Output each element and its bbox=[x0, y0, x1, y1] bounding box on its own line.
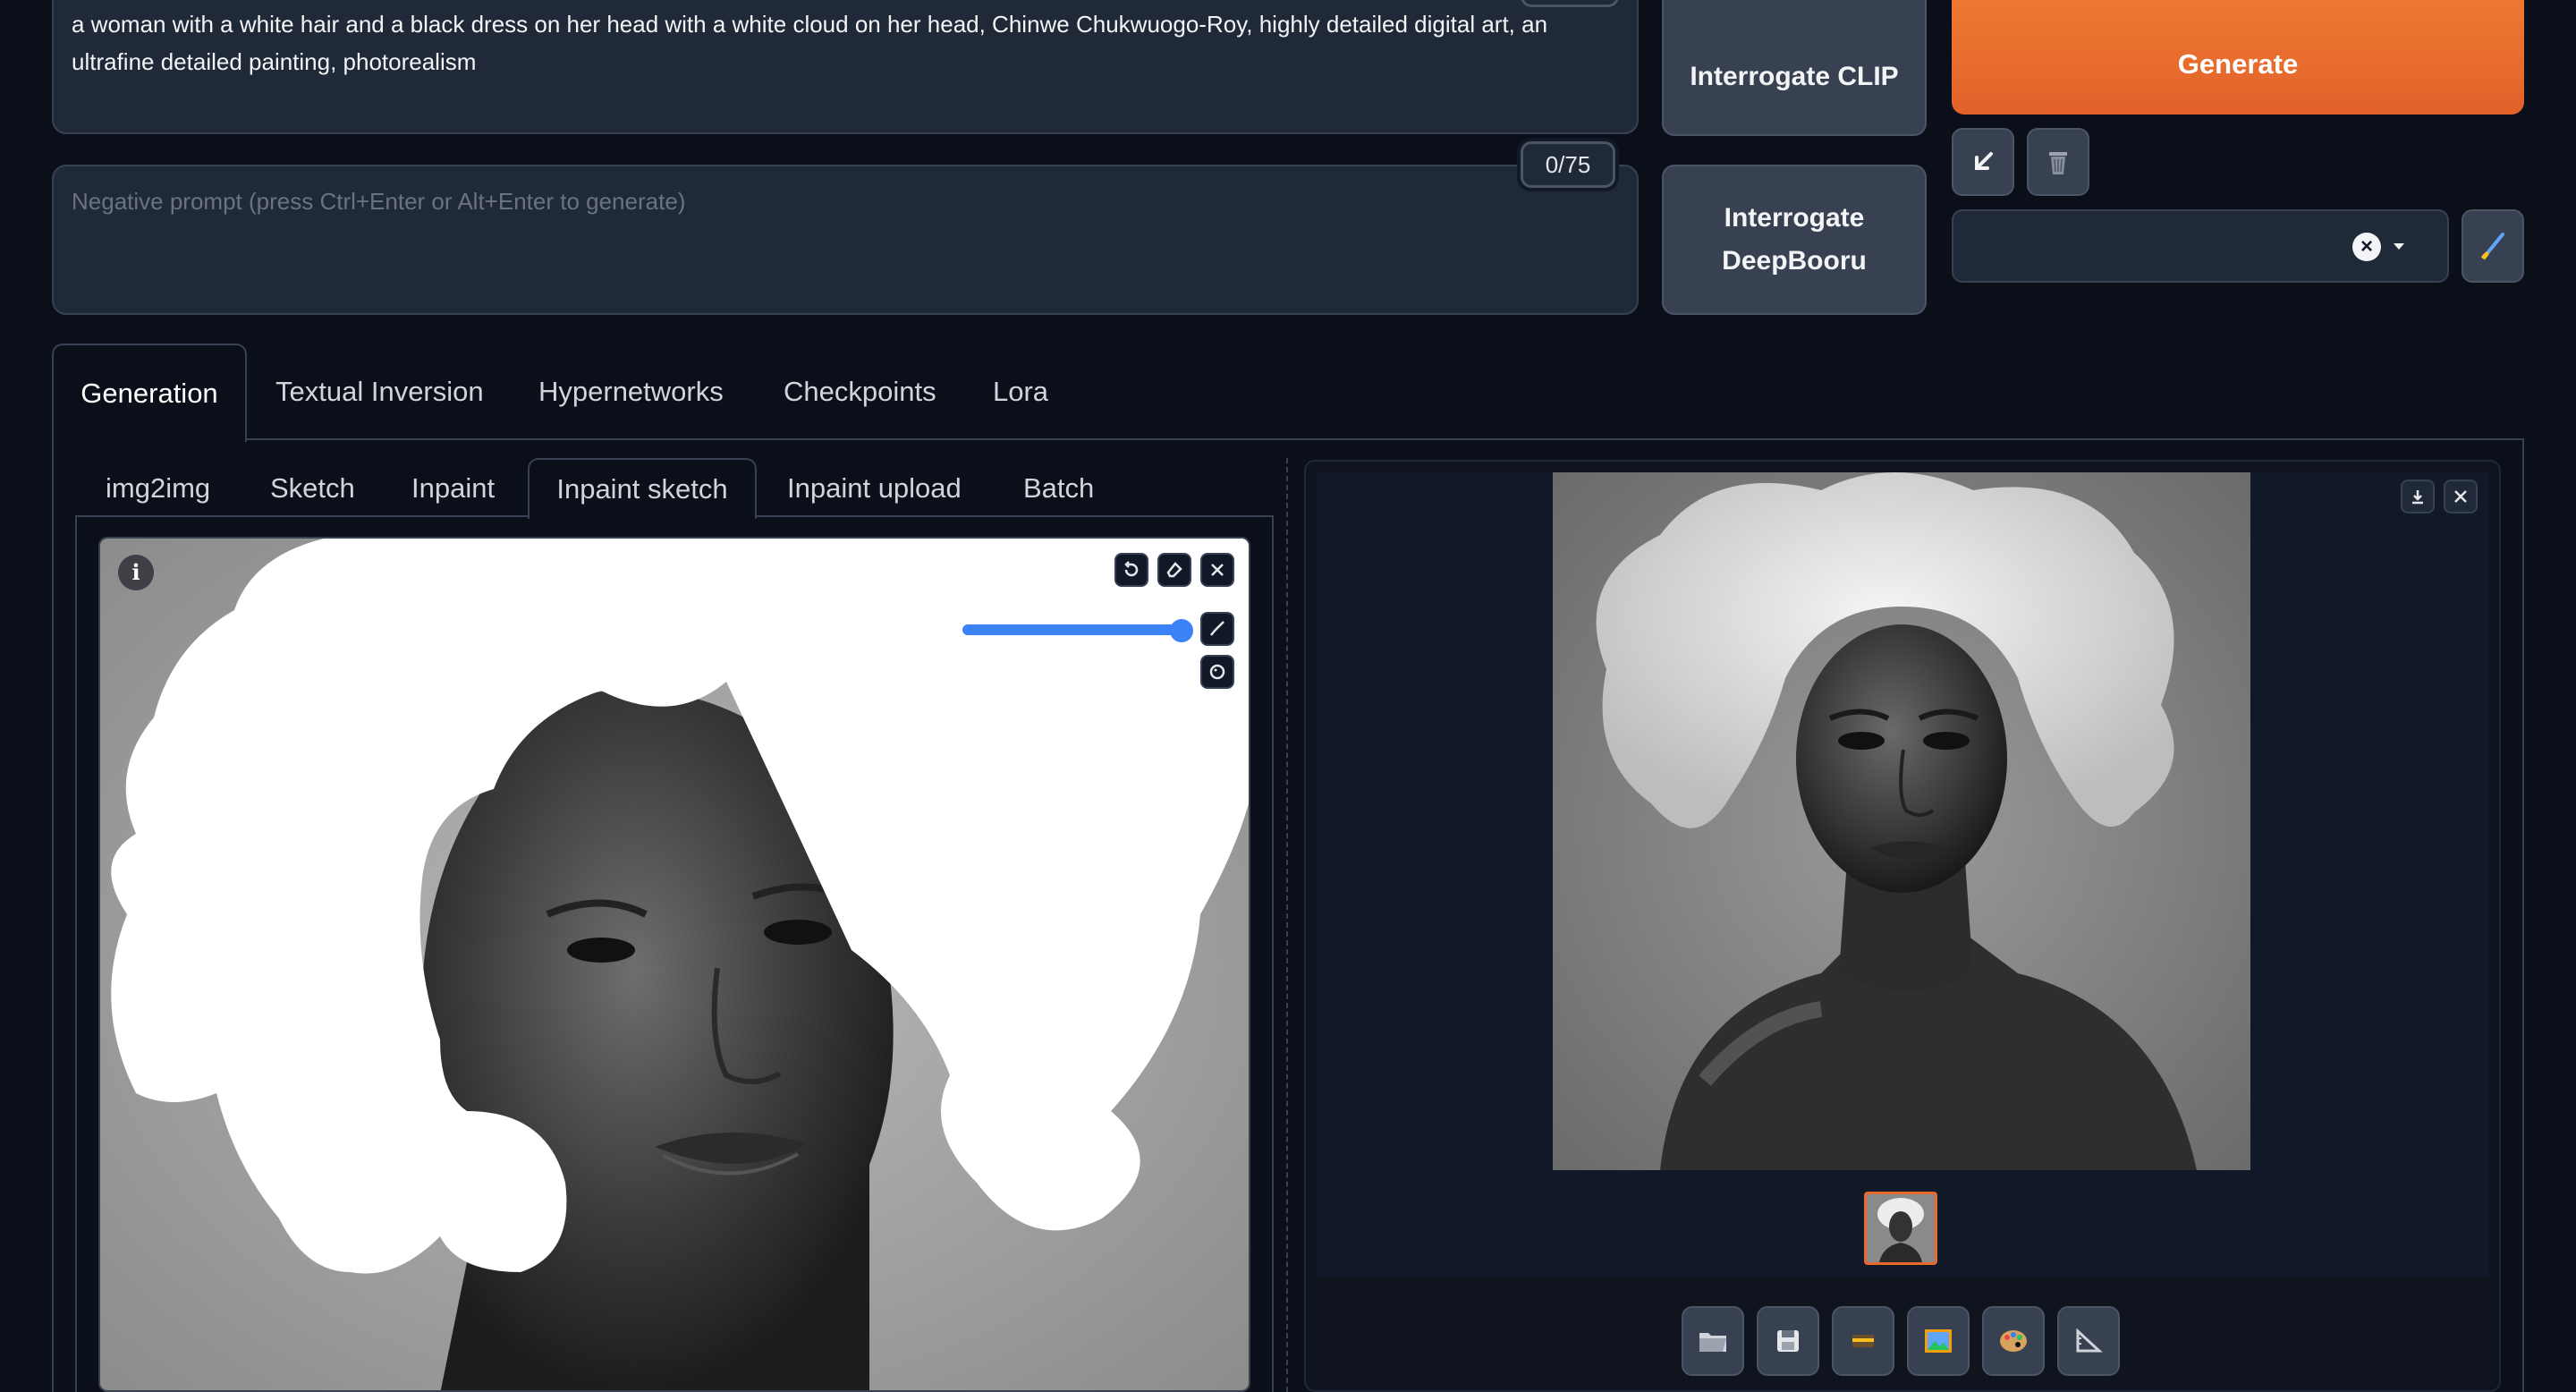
brush-size-slider-thumb[interactable] bbox=[1170, 619, 1193, 642]
clear-canvas-button[interactable] bbox=[1200, 553, 1234, 587]
interrogate-deepbooru-button[interactable]: Interrogate DeepBooru bbox=[1662, 165, 1927, 315]
open-folder-button[interactable] bbox=[1682, 1306, 1744, 1376]
interrogate-deepbooru-label-1: Interrogate bbox=[1724, 203, 1865, 233]
negative-prompt-box[interactable]: Negative prompt (press Ctrl+Enter or Alt… bbox=[52, 165, 1639, 315]
tab-panel-left-border bbox=[52, 440, 54, 1392]
save-button[interactable] bbox=[1757, 1306, 1819, 1376]
interrogate-clip-button[interactable]: Interrogate CLIP bbox=[1662, 0, 1927, 136]
subtab-panel-left-border bbox=[75, 517, 77, 1392]
subtab-inpaint-upload-label: Inpaint upload bbox=[787, 472, 962, 504]
generate-button[interactable]: Generate bbox=[1952, 0, 2524, 115]
subtab-img2img[interactable]: img2img bbox=[106, 472, 210, 505]
subtab-inpaint-sketch-label: Inpaint sketch bbox=[556, 473, 728, 505]
tab-checkpoints[interactable]: Checkpoints bbox=[784, 376, 936, 408]
folder-icon bbox=[1699, 1333, 1726, 1352]
zip-icon bbox=[1852, 1335, 1874, 1347]
undo-icon bbox=[1124, 561, 1139, 577]
paste-arrow-button[interactable] bbox=[1952, 128, 2014, 196]
paintbrush-icon bbox=[2480, 233, 2504, 260]
negative-prompt-placeholder: Negative prompt (press Ctrl+Enter or Alt… bbox=[72, 188, 686, 215]
info-icon[interactable]: i bbox=[118, 555, 154, 590]
main-tabs-line bbox=[52, 438, 2524, 440]
palette-icon bbox=[1209, 664, 1225, 680]
prompt-text[interactable]: a woman with a white hair and a black dr… bbox=[72, 5, 1592, 81]
subtab-inpaint-sketch[interactable]: Inpaint sketch bbox=[528, 458, 757, 519]
tab-textual-inversion[interactable]: Textual Inversion bbox=[275, 376, 484, 408]
subtab-panel-right-border bbox=[1272, 517, 1274, 1392]
tab-panel-right-border bbox=[2522, 440, 2524, 1392]
sketch-image[interactable] bbox=[100, 539, 1250, 1392]
send-to-extras-button[interactable] bbox=[2057, 1306, 2120, 1376]
download-button[interactable] bbox=[2401, 480, 2435, 514]
column-divider bbox=[1286, 458, 1288, 1392]
prompt-counter-edge bbox=[1521, 0, 1619, 7]
image-icon bbox=[1925, 1329, 1952, 1353]
tab-lora[interactable]: Lora bbox=[993, 376, 1048, 408]
subtab-img2img-label: img2img bbox=[106, 472, 211, 504]
tab-generation[interactable]: Generation bbox=[52, 344, 247, 442]
brush-button[interactable] bbox=[1200, 612, 1234, 646]
styles-dropdown[interactable]: × bbox=[1952, 209, 2449, 283]
undo-button[interactable] bbox=[1114, 553, 1148, 587]
close-gallery-button[interactable] bbox=[2444, 480, 2478, 514]
subtab-inpaint[interactable]: Inpaint bbox=[411, 472, 495, 505]
color-picker-button[interactable] bbox=[1200, 655, 1234, 689]
sketch-canvas[interactable]: i bbox=[98, 537, 1250, 1392]
palette-icon bbox=[2000, 1330, 2027, 1352]
tab-hypernetworks-label: Hypernetworks bbox=[538, 376, 724, 407]
send-to-inpaint-button[interactable] bbox=[1982, 1306, 2045, 1376]
arrow-down-left-icon bbox=[1975, 152, 1993, 170]
brush-icon bbox=[1210, 621, 1224, 636]
generate-label: Generate bbox=[2177, 48, 2299, 80]
brush-size-slider[interactable] bbox=[962, 624, 1184, 635]
tab-hypernetworks[interactable]: Hypernetworks bbox=[538, 376, 724, 408]
generated-image[interactable] bbox=[1553, 472, 2250, 1170]
tab-lora-label: Lora bbox=[993, 376, 1049, 407]
close-icon bbox=[2454, 490, 2467, 503]
eraser-icon bbox=[1166, 562, 1182, 578]
subtab-batch[interactable]: Batch bbox=[1023, 472, 1094, 505]
chevron-down-icon[interactable] bbox=[2392, 242, 2406, 252]
subtab-sketch-label: Sketch bbox=[270, 472, 355, 504]
subtab-batch-label: Batch bbox=[1023, 472, 1095, 504]
zip-button[interactable] bbox=[1832, 1306, 1894, 1376]
tab-textual-inversion-label: Textual Inversion bbox=[275, 376, 484, 407]
clear-prompt-button[interactable] bbox=[2027, 128, 2089, 196]
gallery-thumbnail[interactable] bbox=[1864, 1192, 1937, 1265]
tab-checkpoints-label: Checkpoints bbox=[784, 376, 936, 407]
subtab-sketch[interactable]: Sketch bbox=[270, 472, 355, 505]
eraser-button[interactable] bbox=[1157, 553, 1191, 587]
subtab-inpaint-label: Inpaint bbox=[411, 472, 496, 504]
trash-icon bbox=[2049, 152, 2067, 174]
edit-styles-button[interactable] bbox=[2462, 209, 2524, 283]
download-icon bbox=[2412, 490, 2423, 505]
save-icon bbox=[1777, 1330, 1799, 1352]
close-icon bbox=[1211, 564, 1224, 576]
interrogate-clip-label: Interrogate CLIP bbox=[1690, 62, 1899, 91]
subtab-inpaint-upload[interactable]: Inpaint upload bbox=[787, 472, 962, 505]
tab-generation-label: Generation bbox=[80, 378, 218, 409]
ruler-icon bbox=[2076, 1328, 2103, 1353]
thumbnail-image bbox=[1867, 1194, 1935, 1262]
negative-prompt-counter: 0/75 bbox=[1521, 141, 1615, 188]
clear-selection-icon[interactable]: × bbox=[2352, 233, 2381, 261]
interrogate-deepbooru-label-2: DeepBooru bbox=[1722, 246, 1867, 276]
send-to-img2img-button[interactable] bbox=[1907, 1306, 1970, 1376]
